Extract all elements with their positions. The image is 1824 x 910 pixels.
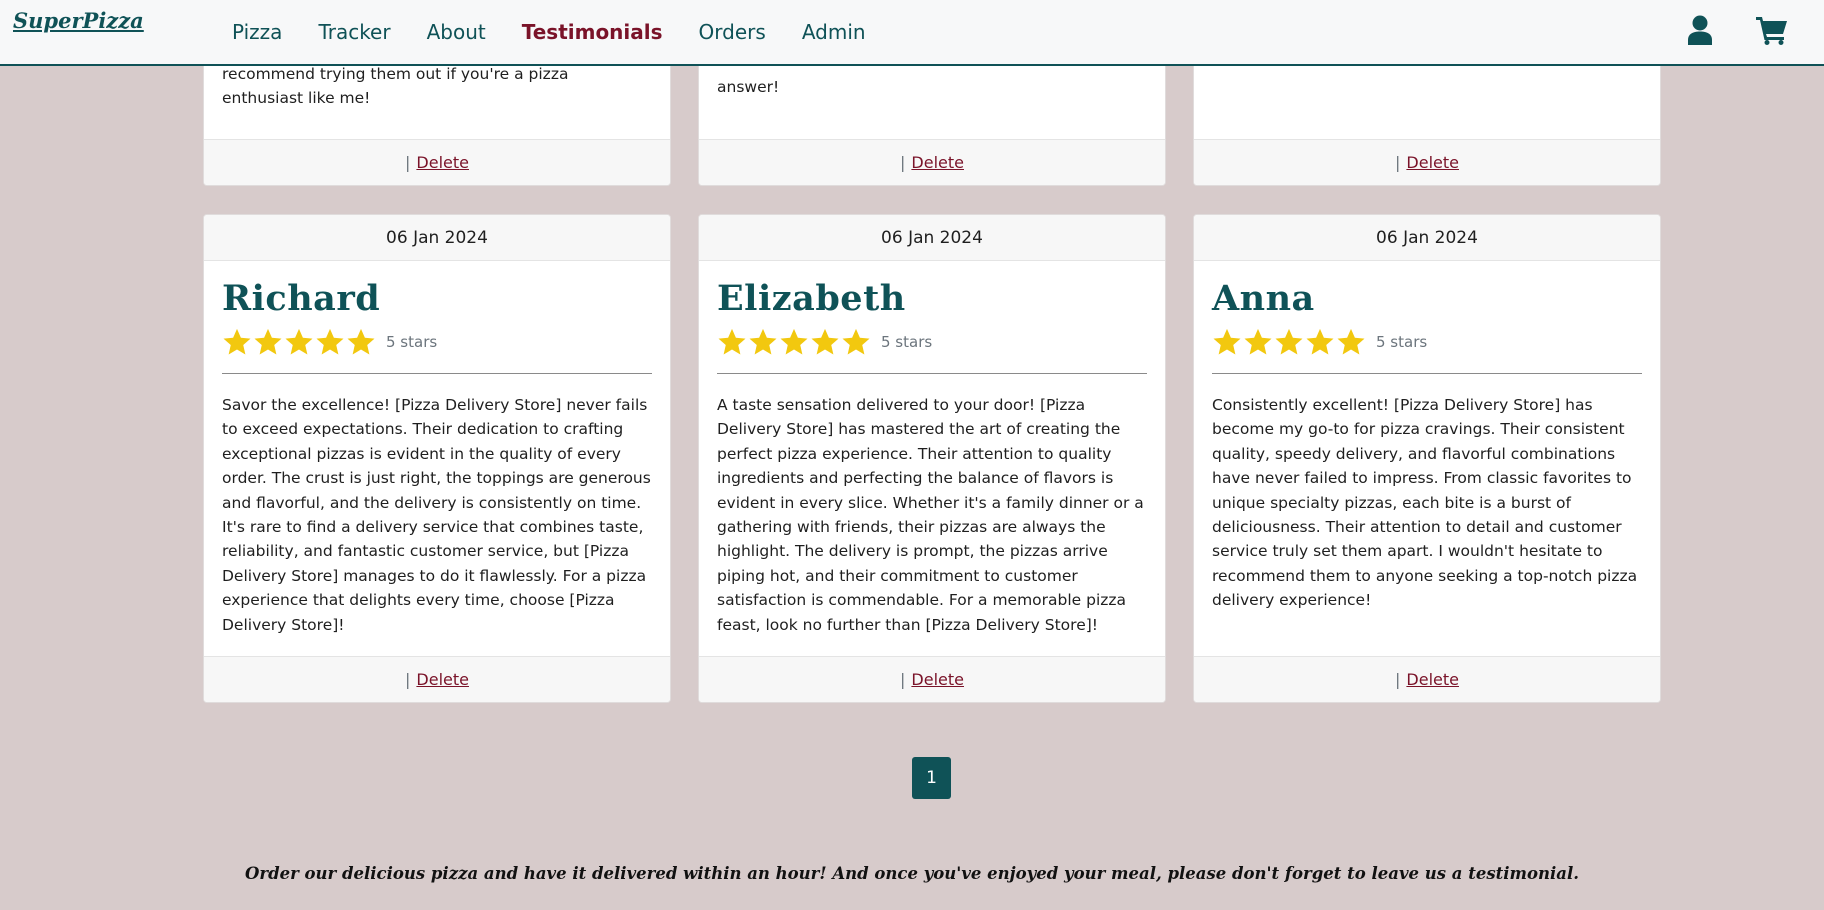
star-icon xyxy=(1275,328,1303,355)
stars-group xyxy=(222,327,377,357)
stars-label: 5 stars xyxy=(881,333,933,351)
reviewer-name: Richard xyxy=(222,278,381,319)
card-footer: | Delete xyxy=(1194,139,1660,185)
divider xyxy=(222,373,652,374)
testimonial-text: Consistently excellent! [Pizza Delivery … xyxy=(1212,396,1638,610)
nav-links: Pizza Tracker About Testimonials Orders … xyxy=(232,0,902,64)
star-icon xyxy=(1306,328,1334,355)
star-icon xyxy=(749,328,777,355)
footer-separator: | xyxy=(1395,670,1401,689)
footer-separator: | xyxy=(900,153,906,172)
delete-link[interactable]: Delete xyxy=(1406,670,1459,689)
stars-group xyxy=(1212,327,1367,357)
reviewer-name: Anna xyxy=(1212,278,1315,319)
divider xyxy=(1212,373,1642,374)
delete-link[interactable]: Delete xyxy=(911,670,964,689)
star-icon xyxy=(285,328,313,355)
star-rating: 5 stars xyxy=(717,325,1147,359)
reviewer-name: Elizabeth xyxy=(717,278,906,319)
pagination-page-button[interactable]: 1 xyxy=(912,757,951,799)
testimonial-text: recommend trying them out if you're a pi… xyxy=(222,65,569,108)
star-icon xyxy=(1213,328,1241,355)
card-footer: | Delete xyxy=(204,656,670,702)
footer-separator: | xyxy=(900,670,906,689)
card-footer: | Delete xyxy=(699,656,1165,702)
footer-separator: | xyxy=(405,153,411,172)
star-icon xyxy=(718,328,746,355)
testimonial-text: Savor the excellence! [Pizza Delivery St… xyxy=(222,396,651,634)
testimonial-text: answer! xyxy=(717,78,780,96)
nav-link-about[interactable]: About xyxy=(427,20,486,44)
user-icon[interactable] xyxy=(1688,15,1712,49)
card-date: 06 Jan 2024 xyxy=(204,215,670,261)
star-icon xyxy=(1337,328,1365,355)
delete-link[interactable]: Delete xyxy=(911,153,964,172)
card-footer: | Delete xyxy=(204,139,670,185)
star-rating: 5 stars xyxy=(1212,325,1642,359)
footer-separator: | xyxy=(405,670,411,689)
card-footer: | Delete xyxy=(1194,656,1660,702)
testimonial-card: 06 Jan 2024 Richard 5 stars Savor the ex… xyxy=(203,214,671,703)
star-rating: 5 stars xyxy=(222,325,652,359)
brand-logo-link[interactable]: SuperPizza xyxy=(13,8,144,33)
star-icon xyxy=(780,328,808,355)
testimonial-card: 06 Jan 2024 Elizabeth 5 stars A taste se… xyxy=(698,214,1166,703)
shopping-cart-icon[interactable] xyxy=(1756,15,1788,49)
divider xyxy=(717,373,1147,374)
star-icon xyxy=(347,328,375,355)
stars-label: 5 stars xyxy=(386,333,438,351)
testimonial-card: 06 Jan 2024 Anna 5 stars Consistently ex… xyxy=(1193,214,1661,703)
nav-link-testimonials[interactable]: Testimonials xyxy=(522,20,663,44)
footer-note: Order our delicious pizza and have it de… xyxy=(245,864,1579,883)
nav-link-orders[interactable]: Orders xyxy=(699,20,766,44)
star-icon xyxy=(316,328,344,355)
card-footer: | Delete xyxy=(699,139,1165,185)
nav-link-pizza[interactable]: Pizza xyxy=(232,20,282,44)
card-body: Anna 5 stars Consistently excellent! [Pi… xyxy=(1194,261,1660,613)
card-date: 06 Jan 2024 xyxy=(699,215,1165,261)
star-icon xyxy=(254,328,282,355)
card-body: Elizabeth 5 stars A taste sensation deli… xyxy=(699,261,1165,637)
card-body: Richard 5 stars Savor the excellence! [P… xyxy=(204,261,670,637)
delete-link[interactable]: Delete xyxy=(416,153,469,172)
footer-separator: | xyxy=(1395,153,1401,172)
delete-link[interactable]: Delete xyxy=(416,670,469,689)
delete-link[interactable]: Delete xyxy=(1406,153,1459,172)
star-icon xyxy=(842,328,870,355)
stars-label: 5 stars xyxy=(1376,333,1428,351)
star-icon xyxy=(1244,328,1272,355)
stars-group xyxy=(717,327,872,357)
star-icon xyxy=(223,328,251,355)
top-navbar: SuperPizza Pizza Tracker About Testimoni… xyxy=(0,0,1824,66)
star-icon xyxy=(811,328,839,355)
nav-link-tracker[interactable]: Tracker xyxy=(318,20,390,44)
nav-link-admin[interactable]: Admin xyxy=(802,20,866,44)
testimonial-text: A taste sensation delivered to your door… xyxy=(717,396,1144,634)
card-date: 06 Jan 2024 xyxy=(1194,215,1660,261)
